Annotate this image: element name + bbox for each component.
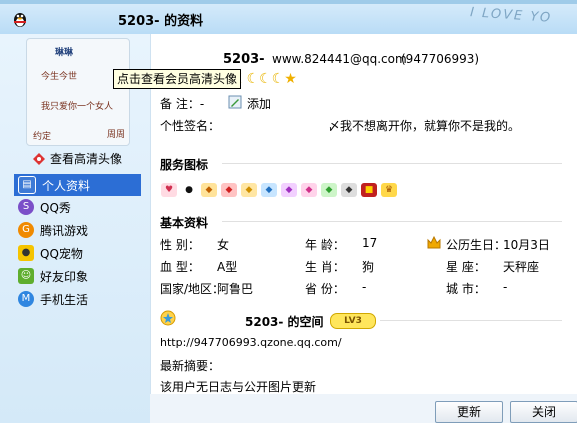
zodiac-value: 狗 xyxy=(362,260,375,274)
blood-label: 血 型： xyxy=(160,260,200,274)
sidebar-item-profile[interactable]: ▤ 个人资料 xyxy=(14,174,141,196)
love-service-icon[interactable]: ♥ xyxy=(161,183,177,197)
window-title: 5203- 的资料 xyxy=(118,14,204,29)
profile-email[interactable]: www.824441@qq.com xyxy=(272,52,407,66)
mobile-icon: M xyxy=(18,291,34,307)
sidebar-item-label: QQ秀 xyxy=(40,200,71,215)
camera-icon xyxy=(33,152,45,165)
avatar[interactable]: 琳琳 今生今世 我只爱你一个女人 约定 周周 xyxy=(26,38,130,146)
services-title: 服务图标 xyxy=(160,158,209,172)
country-label: 国家/地区： xyxy=(160,282,225,296)
refresh-button[interactable]: 更新 xyxy=(435,401,503,423)
qzone-url-link[interactable]: http://947706993.qzone.qq.com/ xyxy=(160,336,342,349)
basic-info-title: 基本资料 xyxy=(160,216,209,230)
view-hd-photo-label: 查看高清头像 xyxy=(50,152,123,166)
moon-icon: ☾ xyxy=(271,71,285,87)
qq-penguin-icon xyxy=(14,13,26,27)
mall-service-icon[interactable]: ■ xyxy=(361,183,377,197)
profile-qq-number: (947706993) xyxy=(401,52,480,66)
close-button[interactable]: 关闭 xyxy=(510,401,577,423)
birthday-value: 10月3日 xyxy=(503,238,550,252)
game-service-icon[interactable]: ♛ xyxy=(381,183,397,197)
avatar-bottom-left: 约定 xyxy=(33,132,52,142)
qzone-level-badge: LV3 xyxy=(330,313,376,329)
divider xyxy=(222,221,562,222)
zodiac-label: 生 肖： xyxy=(305,260,345,274)
divider xyxy=(222,163,562,164)
province-value: - xyxy=(362,280,367,294)
city-label: 城 市： xyxy=(446,282,486,296)
sidebar-item-pet[interactable]: ● QQ宠物 xyxy=(14,242,141,264)
qqshow-icon: S xyxy=(18,199,34,215)
age-value: 17 xyxy=(362,236,378,250)
sidebar-item-mobile[interactable]: M 手机生活 xyxy=(14,288,141,310)
remark-label: 备 注：- xyxy=(160,97,205,111)
qzone-star-icon xyxy=(160,310,176,326)
age-label: 年 龄： xyxy=(305,238,345,252)
add-remark-link[interactable]: 添加 xyxy=(247,95,271,112)
avatar-line1: 今生今世 xyxy=(41,72,78,82)
moon-icon: ☾ xyxy=(259,71,272,87)
sidebar-item-qqshow[interactable]: S QQ秀 xyxy=(14,196,141,218)
qq-service-icon[interactable]: ● xyxy=(181,183,197,197)
summary-text: 该用户无日志与公开图片更新 xyxy=(160,380,317,394)
birthday-crown-icon xyxy=(427,236,441,249)
sidebar-item-label: 手机生活 xyxy=(40,292,89,307)
gender-value: 女 xyxy=(217,238,230,252)
country-value: 阿鲁巴 xyxy=(217,282,254,296)
edit-remark-icon[interactable] xyxy=(228,95,242,109)
province-label: 省 份： xyxy=(305,282,345,296)
sidebar-item-label: QQ宠物 xyxy=(40,246,83,261)
title-bar-top-strip xyxy=(0,0,577,4)
avatar-name: 琳琳 xyxy=(55,48,74,58)
green-diamond-icon[interactable]: ◆ xyxy=(321,183,337,197)
star-icon: ★ xyxy=(284,71,297,87)
vip-service-icon[interactable]: ◆ xyxy=(201,183,217,197)
avatar-bottom-right: 周周 xyxy=(107,130,126,140)
sidebar-item-impression[interactable]: ☺ 好友印象 xyxy=(14,265,141,287)
profile-card-icon: ▤ xyxy=(18,176,36,194)
sidebar-item-label: 腾讯游戏 xyxy=(40,223,89,238)
profile-nickname: 5203- xyxy=(223,52,265,67)
signature-text: 〆我不想离开你，就算你不是我的。 xyxy=(328,119,521,133)
constellation-value: 天秤座 xyxy=(503,260,540,274)
avatar-line2: 我只爱你一个女人 xyxy=(41,102,114,112)
gender-label: 性 别： xyxy=(160,238,200,252)
purple-diamond-icon[interactable]: ◆ xyxy=(281,183,297,197)
divider xyxy=(380,320,562,321)
yellow-diamond-icon[interactable]: ◆ xyxy=(241,183,257,197)
summary-label: 最新摘要： xyxy=(160,359,221,373)
sidebar-item-label: 个人资料 xyxy=(42,178,91,193)
birthday-label: 公历生日： xyxy=(446,238,507,252)
blood-value: A型 xyxy=(217,260,238,274)
qzone-title[interactable]: 5203- 的空间 xyxy=(245,313,324,330)
pink-diamond-icon[interactable]: ◆ xyxy=(301,183,317,197)
sidebar-item-label: 好友印象 xyxy=(40,269,89,284)
view-hd-photo-link[interactable]: 查看高清头像 xyxy=(32,150,122,167)
service-icons: ♥ ● ◆ ◆ ◆ ◆ ◆ ◆ ◆ ◆ ■ ♛ xyxy=(161,183,397,197)
tooltip: 点击查看会员高清头像 xyxy=(113,69,242,89)
blue-diamond-icon[interactable]: ◆ xyxy=(261,183,277,197)
constellation-label: 星 座： xyxy=(446,260,486,274)
sidebar-item-games[interactable]: G 腾讯游戏 xyxy=(14,219,141,241)
black-diamond-icon[interactable]: ◆ xyxy=(341,183,357,197)
impression-icon: ☺ xyxy=(18,268,34,284)
games-icon: G xyxy=(18,222,34,238)
signature-label: 个性签名： xyxy=(160,119,221,133)
city-value: - xyxy=(503,280,508,294)
red-diamond-icon[interactable]: ◆ xyxy=(221,183,237,197)
pet-icon: ● xyxy=(18,245,34,261)
moon-icon: ☾ xyxy=(246,71,260,87)
level-icons: ☾☾☾☾★ xyxy=(234,71,297,87)
